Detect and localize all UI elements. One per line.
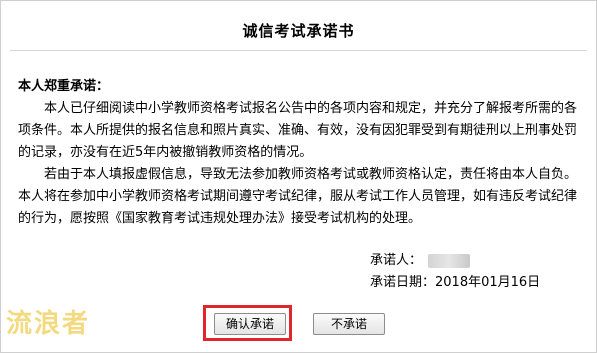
promiser-name-redacted [428, 254, 471, 268]
title-divider [10, 50, 587, 51]
signature-block: 承诺人： 承诺日期： 2018年01月16日 [370, 250, 540, 294]
date-row: 承诺日期： 2018年01月16日 [370, 272, 540, 294]
page-title: 诚信考试承诺书 [242, 22, 355, 40]
watermark: 流浪者 [6, 309, 91, 339]
date-value: 2018年01月16日 [435, 275, 541, 290]
salutation: 本人郑重承诺： [18, 79, 110, 94]
commitment-text: 本人郑重承诺： 本人已仔细阅读中小学教师资格考试报名公告中的各项内容和规定，并充… [18, 76, 584, 230]
date-label: 承诺日期： [370, 275, 436, 290]
paragraph-2: 若由于本人填报虚假信息，导致无法参加教师资格考试或教师资格认定，责任将由本人自负… [18, 167, 578, 226]
decline-button[interactable]: 不承诺 [313, 313, 385, 335]
confirm-button[interactable]: 确认承诺 [214, 313, 286, 335]
paragraph-1: 本人已仔细阅读中小学教师资格考试报名公告中的各项内容和规定，并充分了解报考所需的… [18, 101, 578, 160]
promiser-label: 承诺人： [370, 253, 423, 268]
promiser-row: 承诺人： [370, 250, 540, 272]
